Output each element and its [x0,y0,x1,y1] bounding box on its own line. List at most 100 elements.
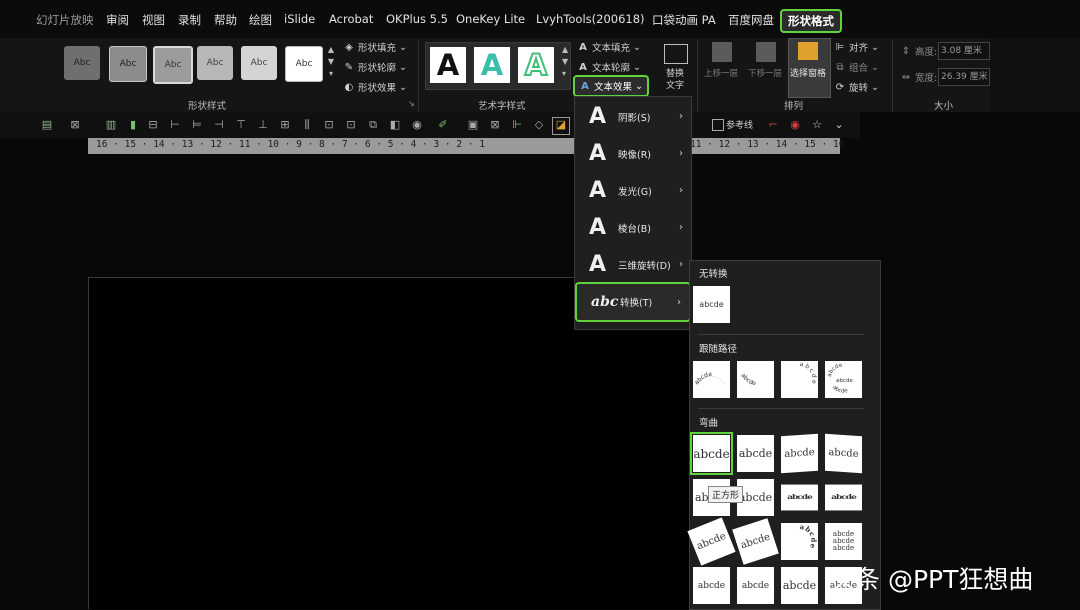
glow-icon: A [589,178,607,203]
toolbar-icon-active[interactable]: ◪ [552,117,570,135]
alt-text-icon [664,44,688,64]
toolbar-icon[interactable]: ◉ [410,118,424,132]
toolbar-icon[interactable]: ◧ [388,118,402,132]
star-icon[interactable]: ☆ [810,118,824,132]
shape-style-2[interactable]: Abc [109,46,147,82]
toolbar-icon[interactable]: ⊣ [212,118,226,132]
toolbar-icon[interactable]: ⊩ [510,118,524,132]
shape-style-label: Abc [73,58,91,68]
toolbar-icon[interactable]: ⊤ [234,118,248,132]
menu-item-glow[interactable]: A 发光(G) › [575,172,691,209]
toolbar-icon[interactable]: ⌐ [766,118,780,132]
rotate-button[interactable]: ⟳ 旋转 ⌄ [834,80,879,95]
menu-item-bevel[interactable]: A 棱台(B) › [575,209,691,246]
height-input[interactable]: 3.08 厘米 [938,42,990,60]
warp-double-wave-tile[interactable]: abcde [781,567,818,604]
follow-path-arch-down-tile[interactable]: abcde [737,361,774,398]
tab-review[interactable]: 审阅 [106,12,129,28]
follow-path-arch-up-tile[interactable]: abcde [693,361,730,398]
toolbar-icon[interactable]: ⊠ [68,118,82,132]
shape-style-4[interactable]: Abc [197,46,233,80]
bevel-icon: A [589,215,607,240]
tab-record[interactable]: 录制 [178,12,201,28]
group-button[interactable]: ⧉ 组合 ⌄ [834,60,879,75]
follow-path-circle-tile[interactable]: abcde [781,361,818,398]
toolbar-icon[interactable]: ⊢ [168,118,182,132]
bring-forward-button[interactable]: 上移一层 [704,67,738,79]
toolbar-icon[interactable]: ⊞ [278,118,292,132]
align-button[interactable]: ⊫ 对齐 ⌄ [834,40,879,55]
tile-text: abcde [693,371,712,386]
menu-item-shadow[interactable]: A 阴影(S) › [575,98,691,135]
width-input[interactable]: 26.39 厘米 [938,68,990,86]
toolbar-icon[interactable]: ⊠ [488,118,502,132]
shape-style-1[interactable]: Abc [64,46,100,80]
wordart-style-outline[interactable]: A [518,47,554,83]
shape-effects-button[interactable]: ◐ 形状效果 ⌄ [343,80,407,95]
gallery-scroll-icon[interactable]: ▲ ▼ ▾ [326,44,336,84]
text-fill-button[interactable]: A 文本填充 ⌄ [577,40,641,55]
tab-lvyhtools[interactable]: LvyhTools(200618) [536,12,645,26]
tab-okplus[interactable]: OKPlus 5.5 [386,12,448,26]
toolbar-icon[interactable]: ⊡ [322,118,336,132]
warp-square-tile[interactable]: abcde [690,432,733,475]
text-effects-button[interactable]: A 文本效果 ⌄ [573,75,649,97]
toolbar-icon[interactable]: ▥ [104,118,118,132]
customize-toolbar-icon[interactable]: ⌄ [832,118,846,132]
dialog-launcher-icon[interactable]: ↘ [408,99,415,108]
toolbar-icon[interactable]: ⧉ [366,118,380,132]
toolbar-icon[interactable]: ▤ [40,118,54,132]
toolbar-icon[interactable]: ⊥ [256,118,270,132]
shape-style-3[interactable]: Abc [153,46,193,84]
group-label-wordart-styles: 艺术字样式 [478,101,526,112]
warp-ring-outside-tile[interactable]: abcde [825,484,862,511]
shape-fill-button[interactable]: ◈ 形状填充 ⌄ [343,40,407,55]
guides-checkbox[interactable] [712,119,724,131]
chevron-right-icon: › [679,111,683,122]
toolbar-icon[interactable]: ◇ [532,118,546,132]
tab-acrobat[interactable]: Acrobat [329,12,373,26]
toolbar-icon[interactable]: ⊡ [344,118,358,132]
transform-none-tile[interactable]: abcde [693,286,730,323]
tab-onekey[interactable]: OneKey Lite [456,12,525,26]
shape-outline-button[interactable]: ✎ 形状轮廓 ⌄ [343,60,407,75]
send-backward-button[interactable]: 下移一层 [748,67,782,79]
tab-draw[interactable]: 绘图 [249,12,272,28]
warp-circle-tile[interactable]: abcde [781,523,818,560]
toolbar-icon[interactable]: ▮ [126,118,140,132]
wordart-style-teal[interactable]: A [474,47,510,83]
toolbar-icon[interactable]: ✐ [436,118,450,132]
menu-item-reflection[interactable]: A 映像(R) › [575,135,691,172]
menu-item-transform[interactable]: abc 转换(T) › [575,282,691,322]
tab-help[interactable]: 帮助 [214,12,237,28]
section-divider [698,334,864,335]
menu-item-3d-rotation[interactable]: A 三维旋转(D) › [575,246,691,283]
warp-wave-1-tile[interactable]: abcde [693,567,730,604]
tab-slideshow[interactable]: 幻灯片放映 [36,12,94,28]
alt-text-label-2[interactable]: 文字 [666,78,684,91]
shape-style-6[interactable]: Abc [285,46,323,82]
tab-view[interactable]: 视图 [142,12,165,28]
follow-path-button-tile[interactable]: abcde abcde abcde [825,361,862,398]
warp-button-tile[interactable]: abcde abcde abcde [825,523,862,560]
toolbar-icon[interactable]: ⫼ [300,118,314,132]
group-label-shape-styles: 形状样式 [188,101,227,112]
toolbar-icon[interactable]: ⊨ [190,118,204,132]
record-icon[interactable]: ◉ [788,118,802,132]
warp-triangle-down-tile[interactable]: abcde [825,433,862,474]
tab-shape-format[interactable]: 形状格式 [780,9,842,33]
warp-ring-inside-tile[interactable]: abcde [781,484,818,511]
text-outline-button[interactable]: A 文本轮廓 ⌄ [577,60,641,75]
shape-style-5[interactable]: Abc [241,46,277,80]
tab-islide[interactable]: iSlide [284,12,315,26]
wordart-style-black[interactable]: A [430,47,466,83]
warp-triangle-up-tile[interactable]: abcde [781,433,818,474]
tab-baidu-netdisk[interactable]: 百度网盘 [728,12,774,28]
warp-wave-2-tile[interactable]: abcde [737,567,774,604]
warp-stop-tile[interactable]: abcde [737,435,774,472]
toolbar-icon[interactable]: ▣ [466,118,480,132]
height-icon: ⇕ [901,45,911,57]
tab-pocket-animation[interactable]: 口袋动画 PA [652,12,716,28]
toolbar-icon[interactable]: ⊟ [146,118,160,132]
wordart-scroll-icon[interactable]: ▲ ▼ ▾ [562,44,570,84]
